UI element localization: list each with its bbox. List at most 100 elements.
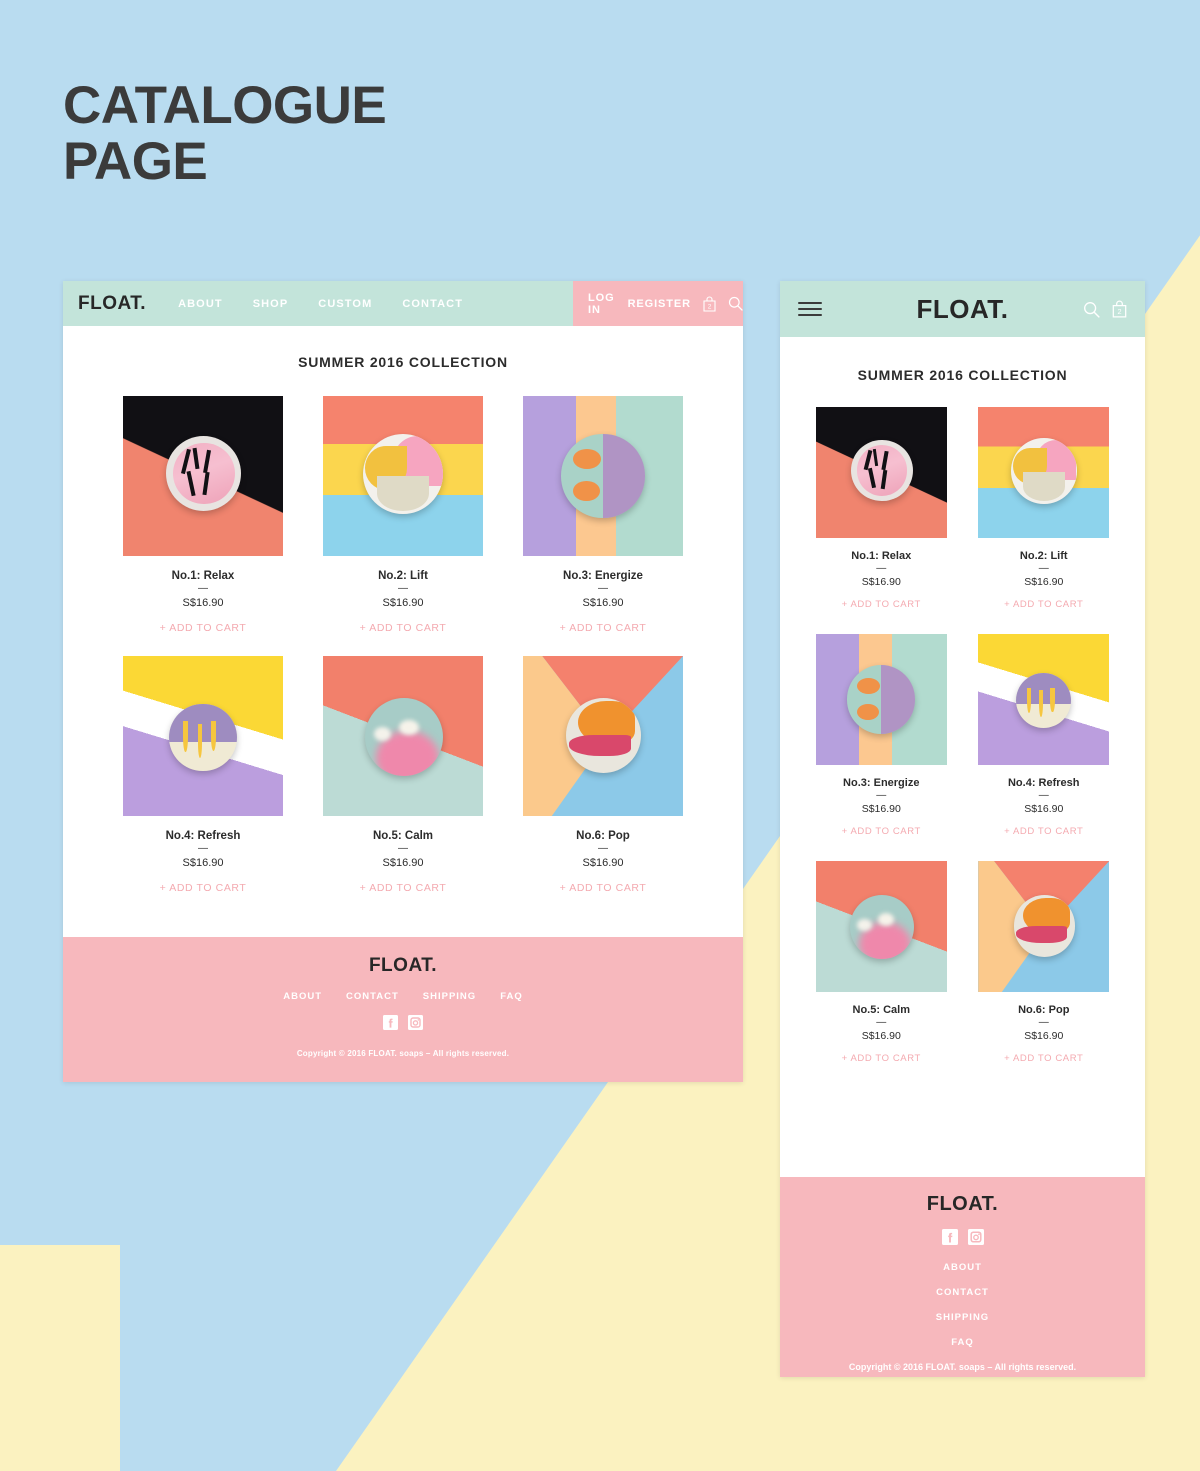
product-price: S$16.90 bbox=[582, 597, 624, 609]
product-card[interactable]: No.2: Lift — S$16.90 + ADD TO CART bbox=[303, 396, 503, 634]
footer-link-faq[interactable]: FAQ bbox=[780, 1337, 1145, 1348]
product-divider: — bbox=[1038, 563, 1049, 574]
footer-link-shipping[interactable]: SHIPPING bbox=[423, 991, 476, 1002]
product-image-relax[interactable] bbox=[123, 396, 283, 556]
footer-link-about[interactable]: ABOUT bbox=[780, 1262, 1145, 1273]
add-to-cart-button[interactable]: + ADD TO CART bbox=[808, 599, 955, 610]
nav-item-contact[interactable]: CONTACT bbox=[402, 298, 463, 310]
product-card[interactable]: No.5: Calm — S$16.90 + ADD TO CART bbox=[808, 861, 955, 1064]
product-divider: — bbox=[876, 563, 887, 574]
mobile-navbar-icons: 2 bbox=[1083, 300, 1127, 318]
product-divider: — bbox=[198, 843, 208, 854]
product-price: S$16.90 bbox=[1024, 576, 1064, 588]
product-name: No.1: Relax bbox=[851, 550, 912, 562]
add-to-cart-button[interactable]: + ADD TO CART bbox=[103, 622, 303, 634]
catalogue-mockup-page: CATALOGUE PAGE FLOAT. ABOUT SHOP CUSTOM … bbox=[0, 0, 1200, 1471]
product-card[interactable]: No.4: Refresh — S$16.90 + ADD TO CART bbox=[971, 634, 1118, 837]
nav-item-about[interactable]: ABOUT bbox=[178, 298, 223, 310]
product-name: No.2: Lift bbox=[378, 570, 428, 582]
desktop-navbar-account: LOG IN REGISTER 2 bbox=[573, 281, 743, 326]
product-name: No.1: Relax bbox=[171, 570, 235, 582]
footer-copyright: Copyright © 2016 FLOAT. soaps – All righ… bbox=[848, 1362, 1077, 1372]
product-card[interactable]: No.6: Pop — S$16.90 + ADD TO CART bbox=[971, 861, 1118, 1064]
add-to-cart-button[interactable]: + ADD TO CART bbox=[971, 1053, 1118, 1064]
product-price: S$16.90 bbox=[1024, 803, 1064, 815]
footer-links: ABOUT CONTACT SHIPPING FAQ bbox=[63, 991, 743, 1002]
instagram-icon[interactable] bbox=[967, 1229, 984, 1250]
product-price: S$16.90 bbox=[182, 597, 224, 609]
add-to-cart-button[interactable]: + ADD TO CART bbox=[303, 882, 503, 894]
hamburger-menu-icon[interactable] bbox=[798, 302, 822, 316]
product-price: S$16.90 bbox=[861, 576, 901, 588]
product-image-calm[interactable] bbox=[323, 656, 483, 816]
product-card[interactable]: No.3: Energize — S$16.90 + ADD TO CART bbox=[808, 634, 955, 837]
product-card[interactable]: No.3: Energize — S$16.90 + ADD TO CART bbox=[503, 396, 703, 634]
product-price: S$16.90 bbox=[382, 857, 424, 869]
product-divider: — bbox=[398, 583, 408, 594]
add-to-cart-button[interactable]: + ADD TO CART bbox=[103, 882, 303, 894]
product-card[interactable]: No.5: Calm — S$16.90 + ADD TO CART bbox=[303, 656, 503, 894]
register-link[interactable]: REGISTER bbox=[628, 298, 691, 310]
desktop-logo[interactable]: FLOAT. bbox=[78, 293, 146, 315]
footer-links: ABOUT CONTACT SHIPPING FAQ bbox=[780, 1262, 1145, 1348]
product-divider: — bbox=[198, 583, 208, 594]
product-image-calm[interactable] bbox=[815, 861, 947, 992]
mobile-footer: FLOAT. ABOUT CONTACT SHIPPING FAQ Copyri… bbox=[780, 1177, 1145, 1377]
search-icon[interactable] bbox=[728, 296, 743, 311]
product-name: No.4: Refresh bbox=[165, 830, 241, 842]
product-divider: — bbox=[876, 790, 887, 801]
collection-title: SUMMER 2016 COLLECTION bbox=[298, 354, 508, 370]
footer-link-faq[interactable]: FAQ bbox=[500, 991, 523, 1002]
product-image-lift[interactable] bbox=[978, 407, 1110, 538]
svg-text:2: 2 bbox=[708, 303, 712, 310]
facebook-icon[interactable] bbox=[941, 1229, 958, 1250]
shopping-bag-icon[interactable]: 2 bbox=[703, 295, 716, 312]
add-to-cart-button[interactable]: + ADD TO CART bbox=[503, 622, 703, 634]
product-image-relax[interactable] bbox=[815, 407, 947, 538]
nav-item-shop[interactable]: SHOP bbox=[253, 298, 289, 310]
product-name: No.2: Lift bbox=[1019, 550, 1068, 562]
footer-copyright: Copyright © 2016 FLOAT. soaps – All righ… bbox=[296, 1049, 510, 1058]
product-card[interactable]: No.1: Relax — S$16.90 + ADD TO CART bbox=[103, 396, 303, 634]
desktop-mockup: FLOAT. ABOUT SHOP CUSTOM CONTACT LOG IN … bbox=[63, 281, 743, 1082]
footer-logo[interactable]: FLOAT. bbox=[780, 1193, 1145, 1216]
page-title: CATALOGUE PAGE bbox=[63, 78, 387, 189]
product-name: No.5: Calm bbox=[372, 830, 434, 842]
product-image-energize[interactable] bbox=[523, 396, 683, 556]
add-to-cart-button[interactable]: + ADD TO CART bbox=[303, 622, 503, 634]
search-icon[interactable] bbox=[1083, 301, 1100, 318]
product-card[interactable]: No.2: Lift — S$16.90 + ADD TO CART bbox=[971, 407, 1118, 610]
product-price: S$16.90 bbox=[182, 857, 224, 869]
login-link[interactable]: LOG IN bbox=[588, 292, 616, 316]
product-card[interactable]: No.1: Relax — S$16.90 + ADD TO CART bbox=[808, 407, 955, 610]
product-price: S$16.90 bbox=[861, 803, 901, 815]
product-image-energize[interactable] bbox=[815, 634, 947, 765]
footer-logo[interactable]: FLOAT. bbox=[63, 955, 743, 977]
footer-social-links bbox=[63, 1015, 743, 1035]
add-to-cart-button[interactable]: + ADD TO CART bbox=[503, 882, 703, 894]
add-to-cart-button[interactable]: + ADD TO CART bbox=[971, 599, 1118, 610]
add-to-cart-button[interactable]: + ADD TO CART bbox=[971, 826, 1118, 837]
add-to-cart-button[interactable]: + ADD TO CART bbox=[808, 826, 955, 837]
product-name: No.3: Energize bbox=[563, 570, 643, 582]
add-to-cart-button[interactable]: + ADD TO CART bbox=[808, 1053, 955, 1064]
shopping-bag-icon[interactable]: 2 bbox=[1112, 300, 1127, 318]
nav-item-custom[interactable]: CUSTOM bbox=[318, 298, 372, 310]
footer-link-contact[interactable]: CONTACT bbox=[780, 1287, 1145, 1298]
product-card[interactable]: No.6: Pop — S$16.90 + ADD TO CART bbox=[503, 656, 703, 894]
footer-link-shipping[interactable]: SHIPPING bbox=[780, 1312, 1145, 1323]
product-grid-mobile: No.1: Relax — S$16.90 + ADD TO CART No.2… bbox=[780, 407, 1145, 1064]
product-image-refresh[interactable] bbox=[123, 656, 283, 816]
footer-link-about[interactable]: ABOUT bbox=[283, 991, 322, 1002]
product-image-pop[interactable] bbox=[978, 861, 1110, 992]
product-divider: — bbox=[598, 583, 608, 594]
product-card[interactable]: No.4: Refresh — S$16.90 + ADD TO CART bbox=[103, 656, 303, 894]
mobile-mockup: FLOAT. 2 SUMMER 2016 COLLECTION No.1: Re… bbox=[780, 281, 1145, 1377]
product-image-pop[interactable] bbox=[523, 656, 683, 816]
product-image-lift[interactable] bbox=[323, 396, 483, 556]
footer-link-contact[interactable]: CONTACT bbox=[346, 991, 399, 1002]
facebook-icon[interactable] bbox=[383, 1015, 398, 1035]
instagram-icon[interactable] bbox=[408, 1015, 423, 1035]
product-price: S$16.90 bbox=[582, 857, 624, 869]
product-image-refresh[interactable] bbox=[978, 634, 1110, 765]
